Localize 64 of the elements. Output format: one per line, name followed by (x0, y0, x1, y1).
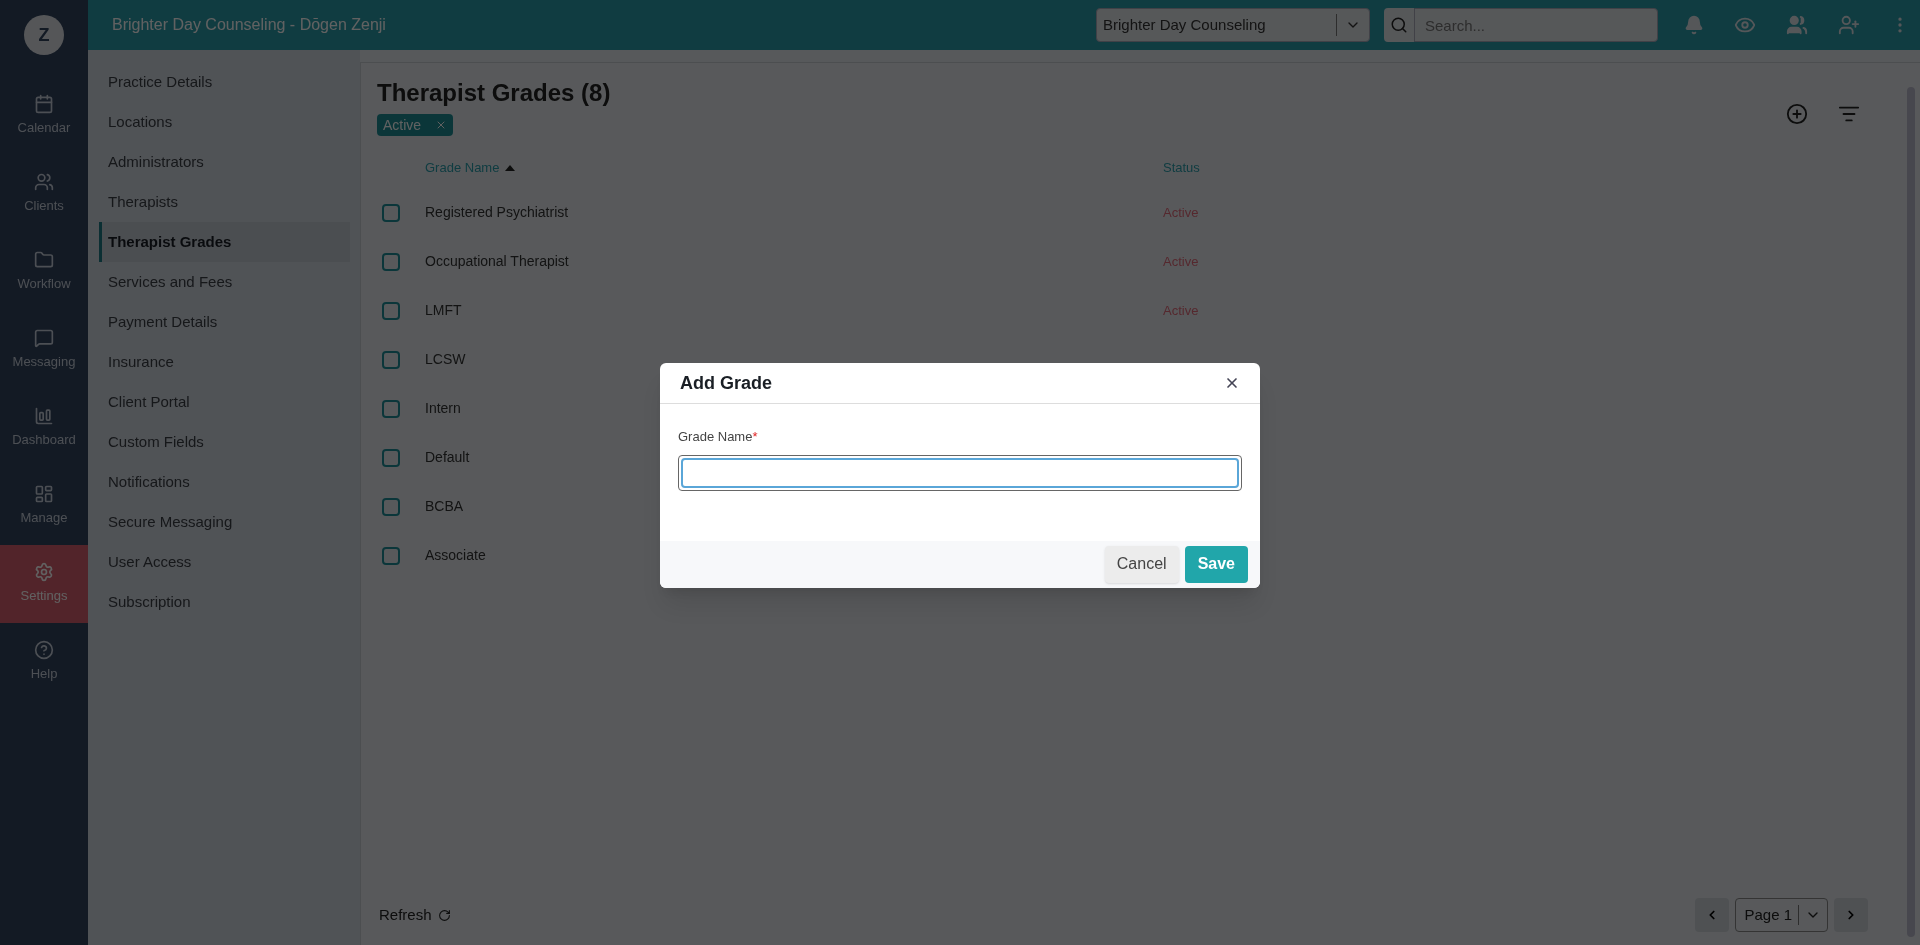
table-cell: Intern (425, 400, 461, 416)
filter-tag[interactable]: Active (377, 114, 454, 136)
table-cell: BCBA (425, 498, 464, 514)
settings-menu-item[interactable]: Therapists (99, 182, 350, 222)
checkbox[interactable] (382, 399, 400, 418)
bar-chart-icon (34, 406, 54, 427)
search-button[interactable] (1384, 8, 1414, 42)
table-cell: LCSW (425, 351, 466, 367)
checkbox[interactable] (382, 203, 400, 222)
settings-menu-item[interactable]: Services and Fees (99, 262, 350, 302)
bell-icon[interactable] (1684, 15, 1704, 35)
page-title: Therapist Grades (8) (377, 78, 611, 108)
save-button[interactable]: Save (1184, 545, 1248, 583)
people-icon[interactable] (1786, 14, 1808, 36)
search-icon (1390, 16, 1408, 34)
close-icon[interactable] (1224, 375, 1240, 391)
table-cell: Registered Psychiatrist (425, 204, 569, 220)
folder-icon (34, 250, 54, 271)
checkbox[interactable] (382, 252, 400, 271)
settings-menu-item[interactable]: User Access (99, 542, 350, 582)
filter-tag-label: Active (383, 115, 422, 135)
checkbox[interactable] (382, 301, 400, 320)
table-cell: Associate (425, 547, 486, 563)
dialog-title: Add Grade (680, 371, 772, 395)
people-icon (34, 172, 54, 193)
cancel-button[interactable]: Cancel (1104, 545, 1179, 583)
window-title: Brighter Day Counseling - Dōgen Zenji (112, 15, 386, 35)
settings-menu-item[interactable]: Practice Details (99, 62, 350, 102)
previous-page-button[interactable] (1695, 898, 1730, 932)
checkbox[interactable] (382, 448, 400, 467)
column-header[interactable]: Status (1163, 158, 1200, 178)
calendar-icon (34, 94, 54, 115)
settings-menu-item[interactable]: Secure Messaging (99, 502, 350, 542)
checkbox[interactable] (382, 497, 400, 516)
table-cell: LMFT (425, 302, 462, 318)
refresh-button[interactable]: Refresh (379, 903, 451, 927)
settings-menu-item[interactable]: Custom Fields (99, 422, 350, 462)
refresh-icon (437, 908, 451, 922)
add-person-icon[interactable] (1838, 14, 1860, 36)
settings-menu-item[interactable]: Therapist Grades (99, 222, 350, 262)
layout-icon (34, 484, 54, 505)
settings-menu-item[interactable]: Notifications (99, 462, 350, 502)
add-icon[interactable] (1786, 103, 1808, 125)
grade-name-input-field[interactable] (678, 454, 1242, 491)
settings-icon (34, 562, 54, 583)
settings-menu-item[interactable]: Subscription (99, 582, 350, 622)
avatar[interactable]: Z (24, 15, 64, 55)
checkbox[interactable] (382, 350, 400, 369)
help-icon (34, 640, 54, 661)
sort-ascending-icon (505, 165, 516, 171)
settings-menu-item[interactable]: Administrators (99, 142, 350, 182)
page-select[interactable]: Page 1 (1735, 898, 1828, 932)
settings-menu-item[interactable]: Payment Details (99, 302, 350, 342)
next-page-button[interactable] (1834, 898, 1868, 932)
table-cell: Occupational Therapist (425, 253, 569, 269)
field-label: Grade Name* (678, 428, 759, 446)
settings-menu-item[interactable]: Client Portal (99, 382, 350, 422)
settings-menu-item[interactable]: Insurance (99, 342, 350, 382)
settings-menu-item[interactable]: Locations (99, 102, 350, 142)
checkbox[interactable] (382, 546, 400, 565)
column-header[interactable]: Grade Name (425, 158, 500, 178)
table-cell: Default (425, 449, 470, 465)
chat-icon (34, 328, 54, 349)
practice-select[interactable]: Brighter Day Counseling (1096, 8, 1370, 42)
